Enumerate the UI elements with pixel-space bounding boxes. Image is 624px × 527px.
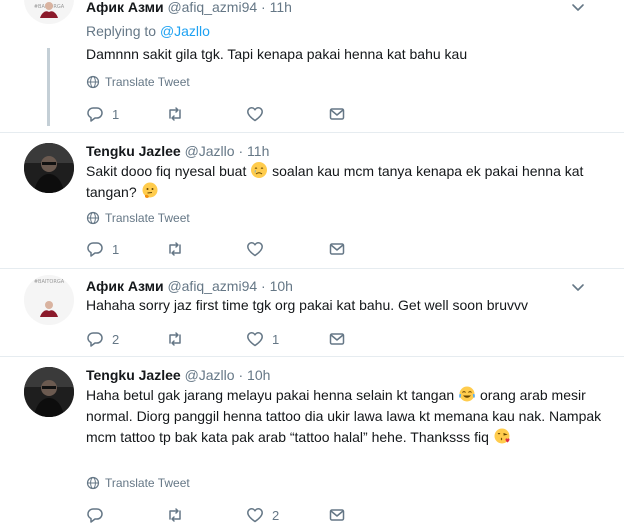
reply-count: 1 — [112, 106, 120, 122]
retweet-icon — [169, 107, 181, 121]
avatar[interactable] — [24, 143, 74, 193]
replying-prefix: Replying to — [86, 23, 157, 39]
reply-button[interactable] — [86, 505, 112, 525]
like-icon — [247, 508, 263, 523]
timestamp[interactable]: 10h — [270, 278, 293, 294]
avatar[interactable] — [24, 367, 74, 417]
tweet-header: Tengku Jazlee @Jazllo · 10h — [86, 366, 270, 384]
timestamp[interactable]: 11h — [247, 143, 269, 159]
replying-to: Replying to @Jazllo — [86, 22, 210, 40]
translate-label: Translate Tweet — [105, 75, 190, 89]
translate-label: Translate Tweet — [105, 476, 190, 490]
mention-link[interactable]: @Jazllo — [160, 23, 210, 39]
like-button[interactable]: 1 — [246, 329, 279, 349]
username[interactable]: @Jazllo — [185, 143, 235, 159]
display-name[interactable]: Афик Азми — [86, 0, 164, 15]
separator-dot: · — [261, 278, 266, 294]
username[interactable]: @afiq_azmi94 — [167, 278, 257, 294]
reply-button[interactable]: 1 — [86, 239, 119, 259]
avatar-caption: #BAITORGA — [34, 279, 65, 285]
globe-icon — [86, 211, 100, 225]
tweet-header: Tengku Jazlee @Jazllo · 11h — [86, 142, 269, 160]
timestamp[interactable]: 11h — [270, 0, 292, 15]
tweet-text-part-1: Sakit dooo fiq nyesal buat — [86, 163, 247, 179]
reply-icon — [87, 107, 103, 122]
reply-button[interactable]: 1 — [86, 104, 119, 124]
tears-of-joy-emoji — [459, 386, 475, 402]
retweet-button[interactable] — [166, 239, 192, 259]
separator-dot: · — [238, 367, 244, 383]
direct-message-button[interactable] — [328, 329, 346, 349]
retweet-icon — [169, 242, 181, 256]
thread-connector — [47, 48, 50, 126]
tweet-divider — [0, 132, 624, 133]
face-blowing-kiss-emoji — [494, 428, 510, 444]
chevron-down-icon[interactable] — [570, 0, 586, 15]
globe-icon — [86, 476, 100, 490]
display-name[interactable]: Tengku Jazlee — [86, 143, 181, 159]
tweet-actions: 2 — [86, 505, 386, 525]
like-button[interactable]: 2 — [246, 505, 279, 525]
translate-tweet-link[interactable]: Translate Tweet — [86, 210, 190, 226]
separator-dot: · — [238, 143, 244, 159]
tweet-divider — [0, 356, 624, 357]
reply-icon — [87, 242, 103, 257]
like-icon — [247, 332, 263, 347]
tweet-header: Афик Азми @afiq_azmi94 · 10h — [86, 277, 293, 295]
like-button[interactable] — [246, 104, 272, 124]
reply-icon — [87, 332, 103, 347]
thinking-face-emoji — [142, 182, 157, 198]
retweet-button[interactable] — [166, 329, 192, 349]
reply-count: 1 — [112, 241, 120, 257]
tweet-text: Hahaha sorry jaz first time tgk org paka… — [86, 297, 528, 313]
tweet-text: Haha betul gak jarang melayu pakai henna… — [86, 385, 606, 448]
chevron-down-icon[interactable] — [570, 279, 586, 295]
avatar[interactable]: #BAITORGA — [24, 275, 74, 325]
direct-message-icon — [329, 333, 345, 345]
tweet-actions: 1 — [86, 104, 386, 124]
separator-dot: · — [261, 0, 266, 15]
reply-count: 2 — [112, 331, 120, 347]
retweet-button[interactable] — [166, 505, 192, 525]
like-icon — [247, 107, 263, 122]
username[interactable]: @Jazllo — [185, 367, 235, 383]
direct-message-icon — [329, 243, 345, 255]
avatar[interactable]: #BAITORGA — [24, 0, 74, 24]
retweet-icon — [169, 508, 181, 522]
direct-message-button[interactable] — [328, 239, 346, 259]
reply-icon — [87, 508, 103, 523]
like-count: 2 — [272, 507, 280, 523]
tweet-text-part-1: Haha betul gak jarang melayu pakai henna… — [86, 387, 455, 403]
display-name[interactable]: Афик Азми — [86, 278, 164, 294]
username[interactable]: @afiq_azmi94 — [167, 0, 257, 15]
display-name[interactable]: Tengku Jazlee — [86, 367, 181, 383]
like-icon — [247, 242, 263, 257]
retweet-icon — [169, 332, 181, 346]
crying-face-emoji — [251, 162, 268, 178]
timestamp[interactable]: 10h — [247, 367, 270, 383]
tweet-text: Sakit dooo fiq nyesal buat soalan kau mc… — [86, 161, 606, 203]
direct-message-button[interactable] — [328, 104, 346, 124]
translate-tweet-link[interactable]: Translate Tweet — [86, 475, 190, 491]
tweet-header: Афик Азми @afiq_azmi94 · 11h — [86, 0, 292, 16]
tweet-actions: 1 — [86, 239, 386, 259]
translate-label: Translate Tweet — [105, 211, 190, 225]
like-count: 1 — [272, 331, 280, 347]
direct-message-button[interactable] — [328, 505, 346, 525]
retweet-button[interactable] — [166, 104, 192, 124]
like-button[interactable] — [246, 239, 272, 259]
globe-icon — [86, 75, 100, 89]
direct-message-icon — [329, 108, 345, 120]
translate-tweet-link[interactable]: Translate Tweet — [86, 74, 190, 90]
direct-message-icon — [329, 509, 345, 521]
tweet-divider — [0, 268, 624, 269]
reply-button[interactable]: 2 — [86, 329, 119, 349]
tweet-text: Damnnn sakit gila tgk. Tapi kenapa pakai… — [86, 46, 468, 62]
tweet-actions: 2 1 — [86, 329, 386, 349]
